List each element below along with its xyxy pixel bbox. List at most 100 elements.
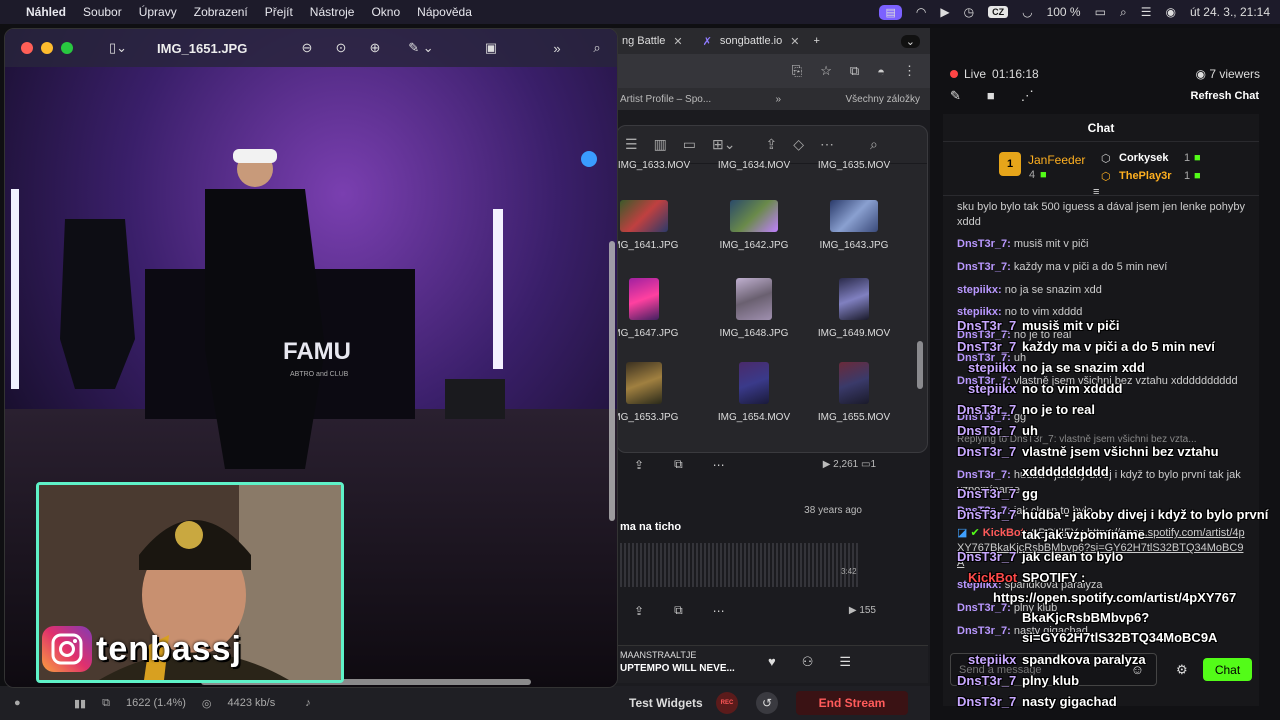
zoom-window-button[interactable] <box>61 42 73 54</box>
extensions-icon[interactable]: ⧉ <box>850 63 859 79</box>
file-item[interactable]: IMG_1643.JPG <box>809 200 899 251</box>
search-icon[interactable]: ⌕ <box>870 136 878 153</box>
share-icon[interactable]: ⇪ <box>634 458 644 472</box>
file-item[interactable]: IMG_1655.MOV <box>809 362 899 423</box>
sidebar-toggle-icon[interactable]: ▯⌄ <box>101 38 135 58</box>
edit-icon[interactable]: ✎ <box>950 88 961 104</box>
menu-item-go[interactable]: Přejít <box>265 5 293 19</box>
file-item[interactable]: IMG_1635.MOV <box>809 160 899 171</box>
tab-list-icon[interactable]: ⌄ <box>900 34 920 48</box>
file-item[interactable]: IMG_1633.MOV <box>617 160 699 171</box>
bookmark-star-icon[interactable]: ☆ <box>820 63 832 79</box>
list-view-icon[interactable]: ☰ <box>625 136 638 153</box>
bookmark-item[interactable]: Artist Profile – Spo... <box>620 94 711 105</box>
menu-item-edit[interactable]: Úpravy <box>139 5 177 19</box>
search-icon[interactable]: ⌕ <box>585 38 609 58</box>
new-tab-icon[interactable]: + <box>813 35 819 47</box>
menu-item-tools[interactable]: Nástroje <box>310 5 355 19</box>
message-user[interactable]: stepiikx: <box>957 284 1002 296</box>
more-tools-icon[interactable]: » <box>545 38 569 58</box>
user-icon[interactable]: ● <box>14 697 21 709</box>
record-button[interactable]: REC <box>716 692 738 714</box>
menu-item-file[interactable]: Soubor <box>83 5 122 19</box>
zoom-in-icon[interactable]: ⊕ <box>363 38 387 58</box>
markup-icon[interactable]: ✎ ⌄ <box>397 38 445 58</box>
message-user[interactable]: DnsT3r_7: <box>957 261 1011 273</box>
airplay-icon[interactable]: ◠ <box>916 5 926 19</box>
follow-icon[interactable]: ⚇ <box>802 654 814 670</box>
file-item[interactable]: IMG_1654.MOV <box>709 362 799 423</box>
file-item[interactable]: IMG_1649.MOV <box>809 278 899 339</box>
message-user[interactable]: DnsT3r_7: <box>957 625 1011 637</box>
install-icon[interactable]: ⎘ <box>792 63 802 79</box>
file-item[interactable]: IMG_1648.JPG <box>709 278 799 339</box>
more-icon[interactable]: ⋯ <box>820 136 834 153</box>
tag-icon[interactable]: ◇ <box>793 136 804 153</box>
file-item[interactable]: IMG_1634.MOV <box>709 160 799 171</box>
file-item[interactable]: IMG_1653.JPG <box>617 362 689 423</box>
minimize-window-button[interactable] <box>41 42 53 54</box>
menu-item-window[interactable]: Okno <box>371 5 400 19</box>
refresh-chat-button[interactable]: Refresh Chat <box>1191 90 1259 102</box>
leader-3-name[interactable]: ThePlay3r <box>1119 170 1172 182</box>
close-window-button[interactable] <box>21 42 33 54</box>
group-icon[interactable]: ⊞⌄ <box>712 136 735 153</box>
audio-waveform[interactable] <box>620 543 860 587</box>
close-icon[interactable]: ✕ <box>673 35 682 48</box>
message-text: no to vim xdddd <box>1004 306 1083 318</box>
send-chat-button[interactable]: Chat <box>1203 658 1252 681</box>
menu-app-name[interactable]: Náhled <box>26 5 66 19</box>
copy-icon[interactable]: ⧉ <box>674 457 683 472</box>
overlay-text: vlastně jsem všichni bez vztahu <box>1022 444 1219 459</box>
copy-icon[interactable]: ⧉ <box>674 603 683 618</box>
siri-icon[interactable]: ◉ <box>1165 5 1175 19</box>
battery-label[interactable]: 100 % <box>1047 5 1081 19</box>
wifi-icon[interactable]: ◡ <box>1022 5 1032 19</box>
menubar-clock[interactable]: út 24. 3., 21:14 <box>1190 5 1270 19</box>
test-widgets-button[interactable]: Test Widgets <box>629 696 703 710</box>
file-item[interactable]: IMG_1647.JPG <box>617 278 689 339</box>
actual-size-icon[interactable]: ⊙ <box>329 38 353 58</box>
finder-scrollbar[interactable] <box>917 341 923 389</box>
camera-icon[interactable]: ■ <box>987 88 995 104</box>
zoom-out-icon[interactable]: ⊖ <box>295 38 319 58</box>
control-center-icon[interactable]: ☰ <box>1141 5 1152 19</box>
bookmarks-overflow-icon[interactable]: » <box>776 94 782 105</box>
live-dot-icon <box>950 70 958 78</box>
queue-icon[interactable]: ☰ <box>839 654 851 670</box>
end-stream-button[interactable]: End Stream <box>796 691 908 715</box>
heart-icon[interactable]: ♥ <box>768 654 776 670</box>
screen-mirror-icon[interactable]: ▤ <box>879 4 902 20</box>
search-icon[interactable]: ⌕ <box>1120 5 1127 20</box>
bell-icon[interactable]: ♪ <box>305 697 311 709</box>
replay-icon[interactable]: ↺ <box>756 692 778 714</box>
gallery-view-icon[interactable]: ▭ <box>683 136 696 153</box>
leader-1-name[interactable]: JanFeeder <box>1028 153 1085 167</box>
message-user[interactable]: stepiikx: <box>957 306 1002 318</box>
clock-icon[interactable]: ◷ <box>964 5 974 19</box>
close-icon[interactable]: ✕ <box>790 35 799 48</box>
browser-tab[interactable]: ✗ songbattle.io ✕ <box>693 35 810 48</box>
profile-icon[interactable]: ◓ <box>877 64 885 79</box>
file-item[interactable]: IMG_1642.JPG <box>709 200 799 251</box>
menu-item-view[interactable]: Zobrazení <box>194 5 248 19</box>
crop-icon[interactable]: ▣ <box>479 38 503 58</box>
share-icon[interactable]: ⇪ <box>766 136 778 153</box>
input-language[interactable]: CZ <box>988 6 1009 18</box>
collapse-icon[interactable]: ≡ <box>1093 186 1099 198</box>
message-user[interactable]: DnsT3r_7: <box>957 238 1011 250</box>
more-icon[interactable]: ⋮ <box>903 63 916 79</box>
column-view-icon[interactable]: ▥ <box>654 136 667 153</box>
all-bookmarks[interactable]: Všechny záložky <box>846 94 920 105</box>
more-icon[interactable]: ⋯ <box>713 604 725 618</box>
play-icon[interactable]: ▶ <box>940 5 949 19</box>
file-item[interactable]: IMG_1641.JPG <box>617 200 689 251</box>
more-icon[interactable]: ⋯ <box>713 458 725 472</box>
share-icon[interactable]: ⋰ <box>1021 88 1034 104</box>
message-user[interactable]: DnsT3r_7: <box>957 469 1011 481</box>
vertical-scrollbar[interactable] <box>609 241 615 521</box>
gear-icon[interactable]: ⚙ <box>1176 662 1188 678</box>
share-icon[interactable]: ⇪ <box>634 604 644 618</box>
leader-2-name[interactable]: Corkysek <box>1119 152 1169 164</box>
menu-item-help[interactable]: Nápověda <box>417 5 472 19</box>
